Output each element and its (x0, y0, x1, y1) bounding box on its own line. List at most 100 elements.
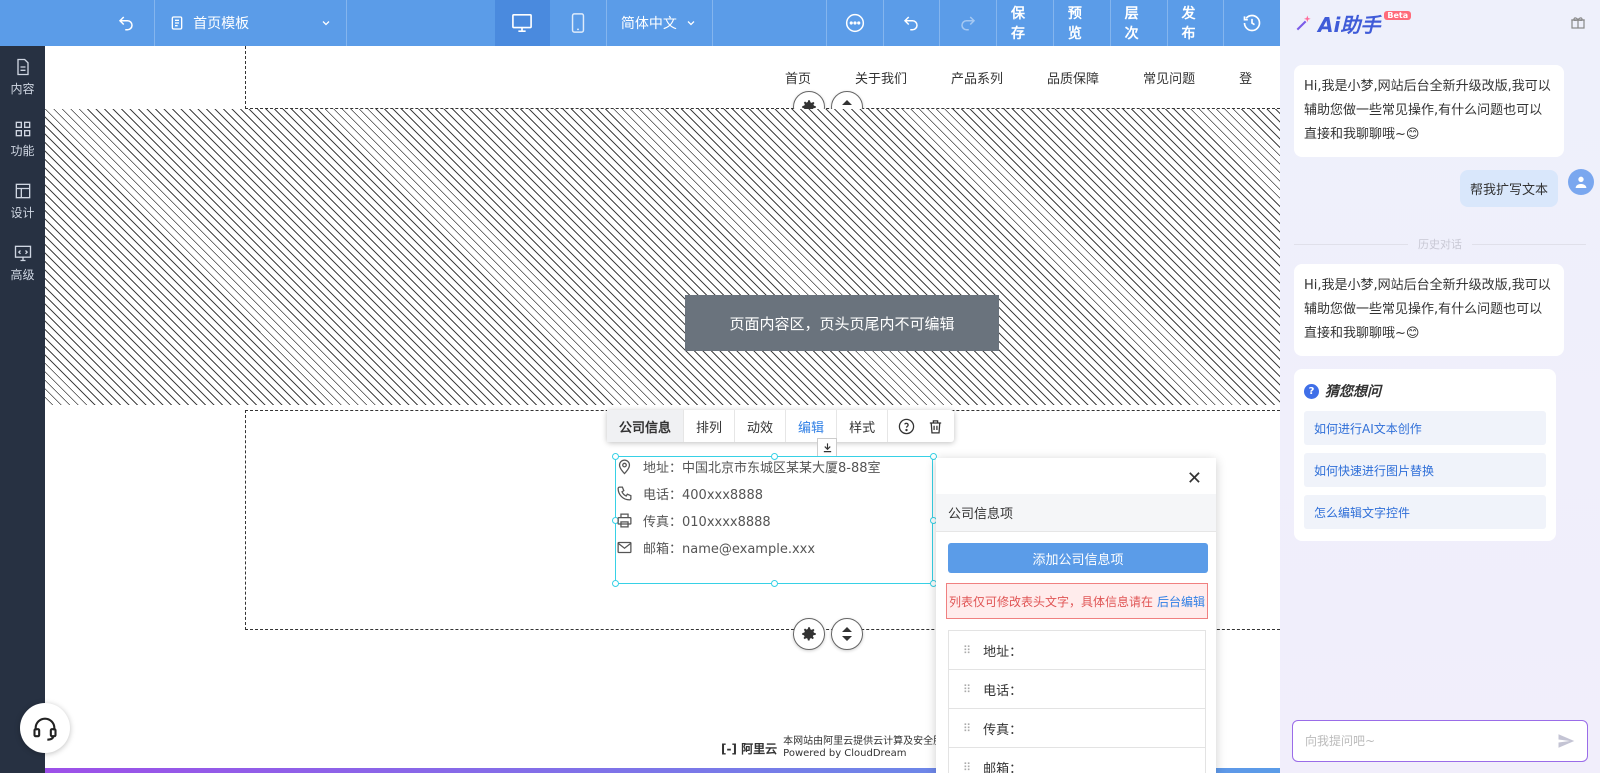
ai-logo: Ai助手 Beta (1294, 9, 1412, 38)
history-divider: 历史对话 (1294, 236, 1586, 252)
ai-assistant-panel: Ai助手 Beta Hi,我是小梦,网站后台全新升级改版,我可以辅助您做一些常见… (1280, 0, 1600, 773)
list-item[interactable]: ⠿ 传真： (948, 708, 1206, 747)
ai-header: Ai助手 Beta (1280, 0, 1600, 46)
company-info-item-list: ⠿ 地址： ⠿ 电话： ⠿ 传真： ⠿ 邮箱： (948, 630, 1206, 773)
info-value: 400xxx8888 (682, 488, 763, 503)
sidebar-item-advanced[interactable]: 高级 (0, 232, 45, 294)
delete-button[interactable] (921, 410, 954, 442)
tab-animation[interactable]: 动效 (735, 410, 787, 442)
undo-button[interactable] (884, 0, 940, 46)
preview-button[interactable]: 预览 (1054, 0, 1110, 46)
help-button[interactable] (888, 410, 921, 442)
separator (346, 0, 348, 46)
top-toolbar: 首页模板 简体中文 保存 预览 层次 发布 (0, 0, 1280, 46)
customer-support-button[interactable] (20, 703, 70, 753)
help-circle-icon (898, 418, 915, 434)
add-company-info-button[interactable]: 添加公司信息项 (948, 543, 1208, 573)
resize-handle[interactable] (612, 580, 619, 587)
back-button[interactable] (98, 0, 154, 46)
code-monitor-icon (14, 245, 31, 262)
close-icon[interactable]: ✕ (1187, 468, 1202, 489)
sort-arrows-icon (842, 627, 852, 641)
user-icon (1575, 176, 1587, 188)
info-value: 010xxxx8888 (682, 515, 771, 530)
panel-title: 公司信息项 (936, 494, 1216, 532)
sidebar-item-label: 设计 (10, 206, 35, 220)
content-area-placeholder: 页面内容区，页头页尾内不可编辑 (45, 109, 1280, 405)
info-value: name@example.xxx (682, 542, 816, 557)
powered-by: [-] 阿里云 本网站由阿里云提供云计算及安全服务 Powered by Clo… (721, 736, 953, 760)
history-button[interactable] (1224, 0, 1280, 46)
headset-icon (33, 717, 57, 741)
trash-icon (929, 419, 942, 434)
nav-item-login[interactable]: 登 (1239, 68, 1252, 87)
sidebar-item-content[interactable]: 内容 (0, 46, 45, 108)
undo-icon (904, 16, 919, 31)
mail-icon (617, 541, 632, 554)
content-area-label: 页面内容区，页头页尾内不可编辑 (685, 295, 999, 351)
company-info-edit-panel: ✕ 公司信息项 添加公司信息项 列表仅可修改表头文字，具体信息请在 后台编辑 ⠿ … (936, 458, 1216, 773)
tab-arrange[interactable]: 排列 (684, 410, 736, 442)
publish-button[interactable]: 发布 (1168, 0, 1224, 46)
gear-icon (802, 627, 816, 641)
mobile-view-button[interactable] (550, 0, 606, 46)
mobile-icon (571, 13, 585, 33)
desktop-view-button[interactable] (494, 0, 551, 46)
module-context-toolbar: 公司信息 排列 动效 编辑 样式 (607, 410, 955, 442)
nav-item-home[interactable]: 首页 (785, 68, 811, 87)
ai-question-input[interactable] (1305, 734, 1557, 748)
list-item[interactable]: ⠿ 电话： (948, 669, 1206, 708)
layout-icon (15, 183, 30, 199)
left-sidebar: 内容 功能 设计 高级 (0, 46, 45, 773)
redo-button[interactable] (940, 0, 996, 46)
drag-handle-icon[interactable]: ⠿ (963, 644, 971, 657)
separator (712, 0, 714, 46)
powered-line2: Powered by CloudDream (783, 748, 907, 759)
suggested-questions: ? 猜您想问 如何进行AI文本创作 如何快速进行图片替换 怎么编辑文字控件 (1294, 369, 1556, 541)
sidebar-item-design[interactable]: 设计 (0, 170, 45, 232)
history-clock-icon (1243, 14, 1261, 32)
drag-handle-icon[interactable]: ⠿ (963, 683, 971, 696)
language-select[interactable]: 简体中文 (607, 13, 713, 33)
template-select[interactable]: 首页模板 (155, 13, 346, 33)
document-icon (171, 16, 183, 30)
gift-icon[interactable] (1570, 14, 1586, 34)
more-button[interactable] (827, 0, 883, 46)
layers-button[interactable]: 层次 (1111, 0, 1167, 46)
sidebar-item-function[interactable]: 功能 (0, 108, 45, 170)
backend-edit-link[interactable]: 后台编辑 (1157, 593, 1205, 610)
nav-item-faq[interactable]: 常见问题 (1143, 68, 1195, 87)
nav-item-products[interactable]: 产品系列 (951, 68, 1003, 87)
footer-move-button[interactable] (831, 618, 863, 650)
company-info-address: 地址：中国北京市东城区某某大厦8-88室 (616, 457, 881, 476)
resize-handle[interactable] (771, 580, 778, 587)
suggestion-item[interactable]: 怎么编辑文字控件 (1304, 495, 1546, 529)
tab-company-info[interactable]: 公司信息 (607, 410, 685, 442)
beta-badge: Beta (1384, 10, 1412, 20)
tab-style[interactable]: 样式 (837, 410, 889, 442)
magic-wand-icon (1296, 15, 1311, 31)
save-button[interactable]: 保存 (997, 0, 1053, 46)
site-nav: 首页 关于我们 产品系列 品质保障 常见问题 登 (785, 68, 1280, 87)
list-item[interactable]: ⠿ 邮箱： (948, 747, 1206, 773)
send-icon[interactable] (1557, 732, 1575, 750)
printer-icon (617, 513, 632, 528)
list-item[interactable]: ⠿ 地址： (948, 630, 1206, 669)
info-label: 地址： (643, 461, 683, 476)
download-icon (823, 443, 831, 453)
drag-handle-icon[interactable]: ⠿ (963, 761, 971, 773)
undo-arrow-icon (119, 16, 134, 31)
ai-input-box (1292, 720, 1588, 762)
company-info-module[interactable]: 地址：中国北京市东城区某某大厦8-88室 电话：400xxx8888 传真：01… (612, 453, 937, 587)
suggestion-item[interactable]: 如何进行AI文本创作 (1304, 411, 1546, 445)
content-document-icon (16, 58, 29, 76)
user-avatar (1568, 169, 1594, 195)
location-pin-icon (618, 459, 631, 475)
nav-item-about[interactable]: 关于我们 (855, 68, 907, 87)
nav-item-quality[interactable]: 品质保障 (1047, 68, 1099, 87)
drag-handle-icon[interactable]: ⠿ (963, 722, 971, 735)
suggestion-item[interactable]: 如何快速进行图片替换 (1304, 453, 1546, 487)
aliyun-logo: [-] 阿里云 (721, 741, 778, 756)
download-tab[interactable] (817, 438, 837, 456)
footer-settings-button[interactable] (793, 618, 825, 650)
